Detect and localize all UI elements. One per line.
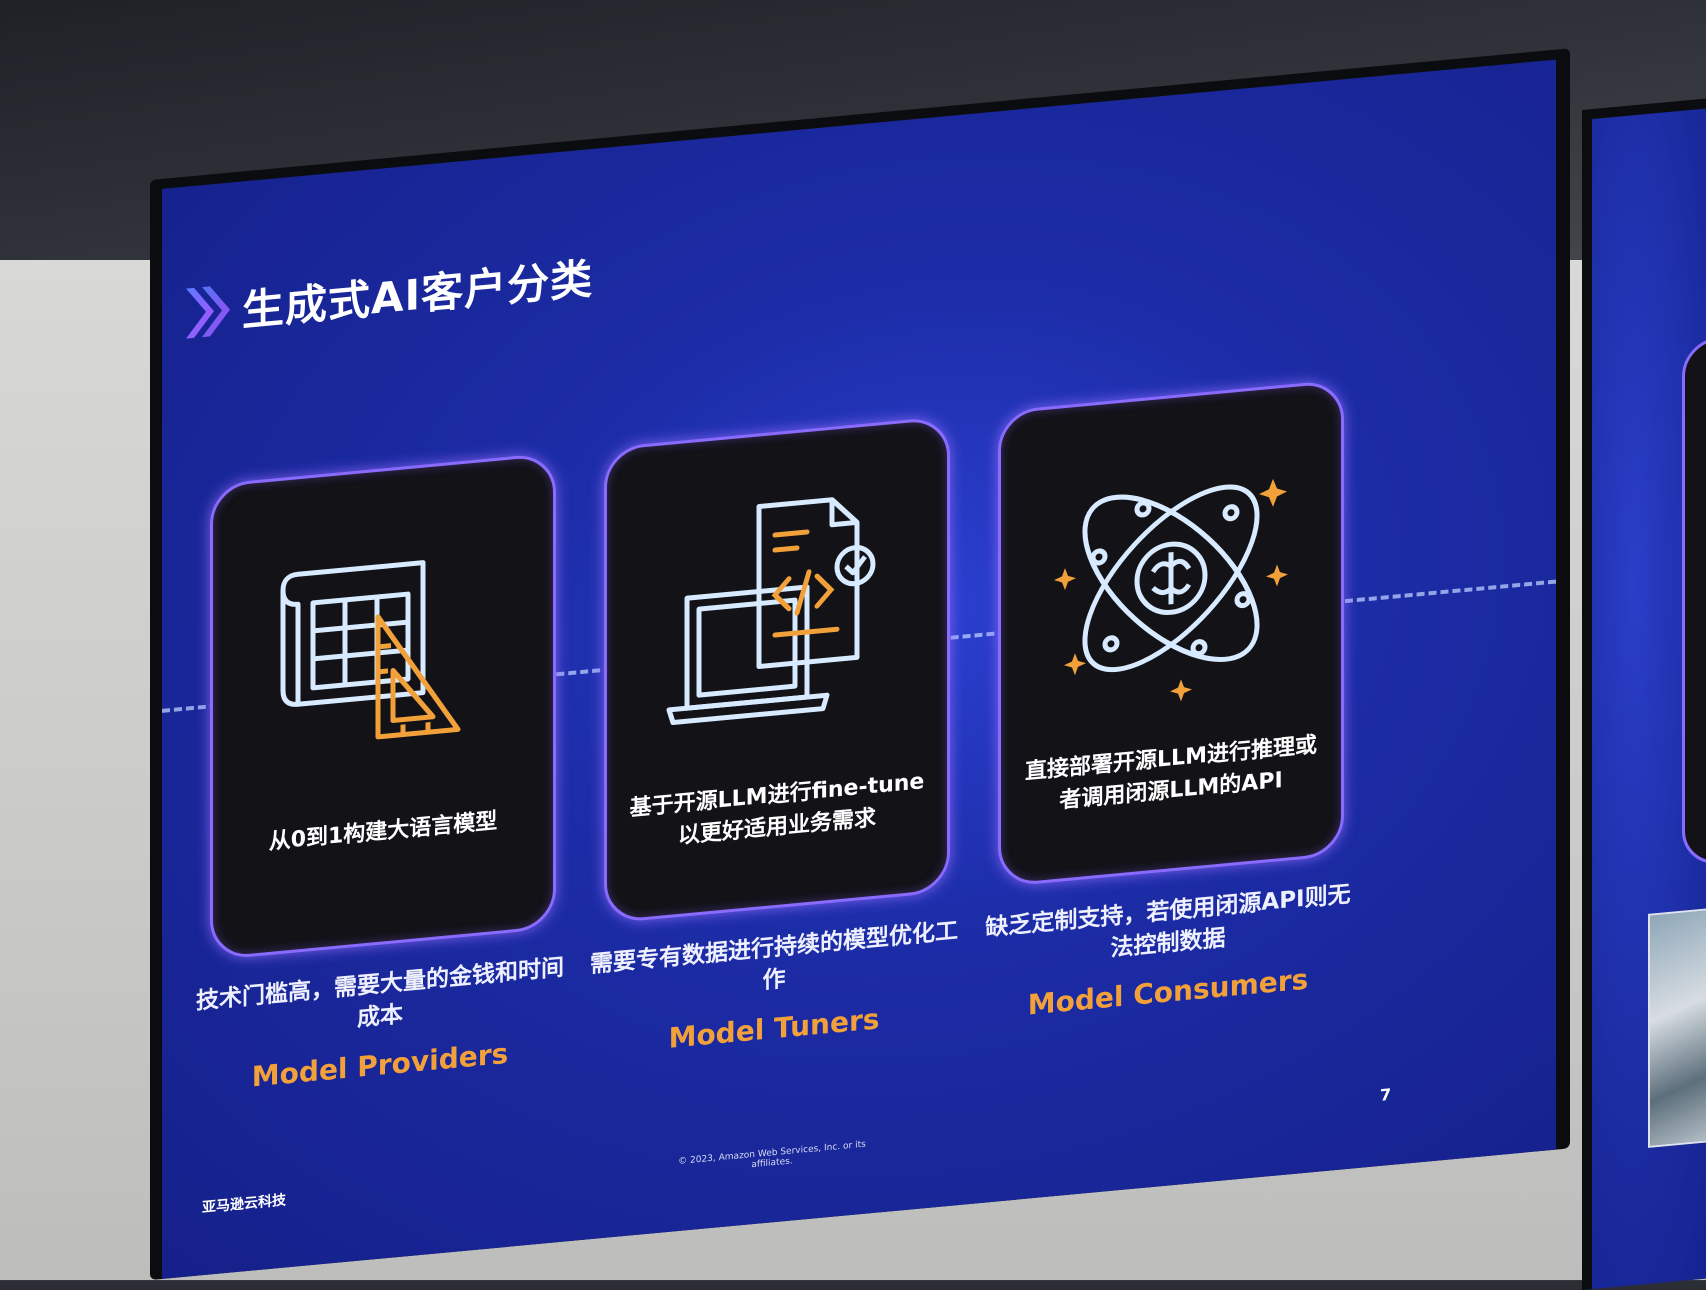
card-model-consumers: 直接部署开源LLM进行推理或者调用闭源LLM的API [998, 379, 1344, 888]
card-model-tuners: 基于开源LLM进行fine-tune以更好适用业务需求 [604, 415, 950, 924]
brain-orbit-icon [1054, 478, 1288, 702]
footer-logo: 亚马逊云科技 [202, 1192, 286, 1217]
adjacent-photo-thumbnail [1648, 904, 1706, 1148]
page-number: 7 [1380, 1084, 1392, 1105]
card-model-providers: 从0到1构建大语言模型 [210, 452, 556, 961]
card-text: 基于开源LLM进行fine-tune以更好适用业务需求 [629, 769, 925, 850]
display-screen: 生成式AI客户分类 从0到1构建大语言模型 技术门槛高，需要大量的金钱和时间成本… [150, 48, 1570, 1280]
card-text: 从0到1构建大语言模型 [268, 808, 498, 855]
laptop-code-document-icon [666, 497, 876, 725]
adjacent-slide [1592, 106, 1706, 1290]
chevron-logo-icon [186, 285, 230, 339]
blueprint-ruler-icon [280, 560, 461, 740]
presentation-slide: 生成式AI客户分类 从0到1构建大语言模型 技术门槛高，需要大量的金钱和时间成本… [162, 59, 1556, 1279]
adjacent-card [1682, 329, 1706, 867]
adjacent-display-screen [1582, 96, 1706, 1290]
slide-title: 生成式AI客户分类 [242, 253, 594, 336]
footer-copyright: © 2023, Amazon Web Services, Inc. or its… [678, 1139, 866, 1171]
slide-header: 生成式AI客户分类 [184, 245, 593, 344]
card-text: 直接部署开源LLM进行推理或者调用闭源LLM的API [1025, 732, 1317, 814]
